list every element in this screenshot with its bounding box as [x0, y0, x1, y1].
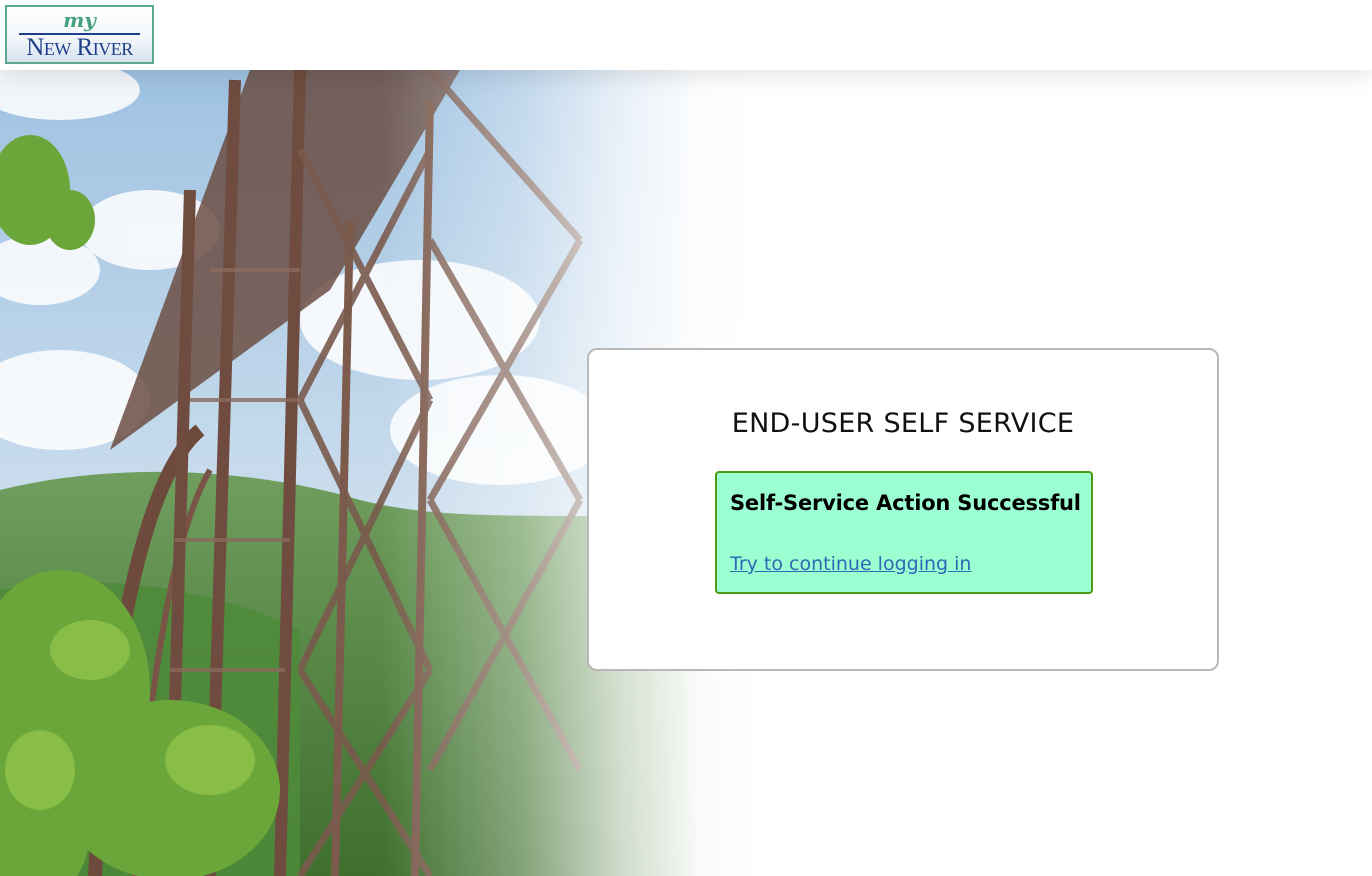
- header: my New River: [0, 0, 1372, 70]
- page-title: END-USER SELF SERVICE: [731, 408, 1075, 439]
- success-message: Self-Service Action Successful: [730, 491, 1081, 515]
- self-service-card: END-USER SELF SERVICE Self-Service Actio…: [587, 348, 1219, 671]
- new-river-logo[interactable]: my New River: [5, 5, 154, 64]
- success-alert: Self-Service Action Successful Try to co…: [715, 471, 1093, 594]
- continue-login-link[interactable]: Try to continue logging in: [730, 553, 971, 575]
- logo-my-text: my: [63, 8, 96, 32]
- logo-name-text: New River: [26, 34, 133, 61]
